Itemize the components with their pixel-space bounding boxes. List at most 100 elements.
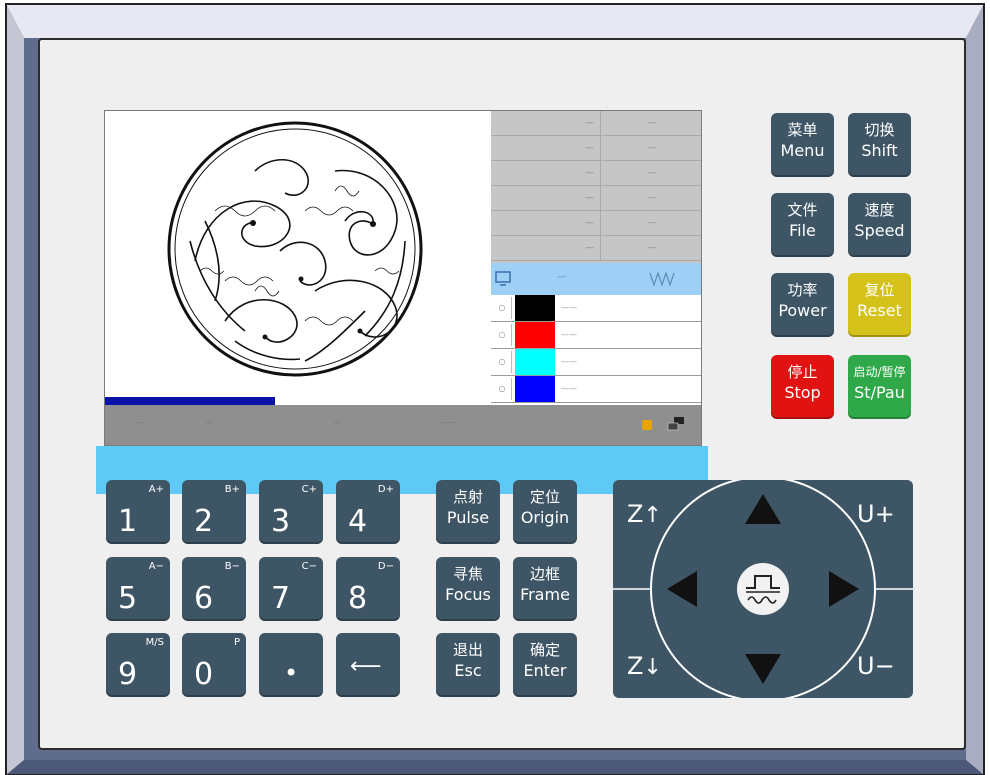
esc-label-en: Esc (454, 661, 482, 680)
layer-row[interactable]: ○ —— (491, 376, 701, 403)
origin-label-en: Origin (520, 508, 570, 527)
focus-label-cn: 寻焦 (452, 565, 483, 583)
file-button[interactable]: 文件 File (771, 193, 834, 257)
layer-row[interactable]: ○ —— (491, 349, 701, 376)
focus-button[interactable]: 寻焦 Focus (436, 557, 500, 621)
frame-button[interactable]: 边框 Frame (513, 557, 577, 621)
key-5[interactable]: 5 A− (106, 557, 170, 621)
start-pause-button[interactable]: 启动/暂停 St/Pau (848, 355, 911, 419)
key-9[interactable]: 9 M/S (106, 633, 170, 697)
origin-button[interactable]: 定位 Origin (513, 480, 577, 544)
key-main: 8 (348, 581, 368, 616)
param-value: — (647, 193, 657, 203)
param-key: — (497, 136, 601, 160)
power-label-cn: 功率 (787, 281, 818, 299)
arrow-up-icon[interactable] (743, 492, 783, 526)
param-key: — (497, 236, 601, 260)
key-backspace[interactable]: ⟵ (336, 633, 400, 697)
origin-label-cn: 定位 (529, 488, 560, 506)
key-4[interactable]: 4 D+ (336, 480, 400, 544)
esc-button[interactable]: 退出 Esc (436, 633, 500, 697)
arrow-down-small-icon: ↓ (643, 655, 662, 680)
dragon-phoenix-artwork (167, 121, 423, 377)
speed-button[interactable]: 速度 Speed (848, 193, 911, 257)
layer-label: —— (561, 330, 577, 339)
start-pause-label-en: St/Pau (854, 383, 905, 402)
key-main: 6 (194, 581, 214, 616)
menu-button[interactable]: 菜单 Menu (771, 113, 834, 177)
layer-checkbox[interactable]: ○ (493, 351, 512, 373)
key-3[interactable]: 3 C+ (259, 480, 323, 544)
key-7[interactable]: 7 C− (259, 557, 323, 621)
lcd-screen: — — — — — — — — — — — — — ○ —— ○ —— ○ —— ○ —— — — … (104, 110, 702, 446)
status-field: —— (441, 418, 457, 427)
key-6[interactable]: 6 B− (182, 557, 246, 621)
key-2[interactable]: 2 B+ (182, 480, 246, 544)
key-8[interactable]: 8 D− (336, 557, 400, 621)
key-sup: A+ (148, 484, 164, 495)
key-0[interactable]: 0P (182, 633, 246, 697)
layer-color-swatch (515, 376, 555, 402)
progress-fill (105, 397, 275, 405)
key-sup: C+ (301, 484, 317, 495)
layer-checkbox[interactable]: ○ (493, 297, 512, 319)
pulse-button[interactable]: 点射 Pulse (436, 480, 500, 544)
status-field: — (205, 418, 213, 427)
wave-icon (649, 271, 675, 287)
key-main: 9 (118, 657, 138, 692)
enter-label-en: Enter (523, 661, 567, 680)
param-key: — (497, 211, 601, 235)
layer-checkbox[interactable]: ○ (493, 378, 512, 400)
key-sup: D+ (377, 484, 394, 495)
key-sup: A− (148, 561, 164, 572)
layer-checkbox[interactable]: ○ (493, 324, 512, 346)
file-label-cn: 文件 (787, 201, 818, 219)
layer-row[interactable]: ○ —— (491, 322, 701, 349)
param-row: — — (491, 236, 701, 261)
menu-label-en: Menu (780, 141, 825, 160)
frame-label-cn: 边框 (529, 565, 560, 583)
param-value: — (647, 118, 657, 128)
layer-label: —— (561, 357, 577, 366)
arrow-right-icon[interactable] (827, 569, 861, 609)
power-button[interactable]: 功率 Power (771, 273, 834, 337)
enter-label-cn: 确定 (529, 641, 560, 659)
arrow-down-icon[interactable] (743, 652, 783, 686)
param-key: — (497, 161, 601, 185)
shift-button[interactable]: 切换 Shift (848, 113, 911, 177)
key-main: 5 (118, 581, 138, 616)
reset-button[interactable]: 复位 Reset (848, 273, 911, 337)
parameter-table: — — — — — — — — — — — — (491, 111, 701, 263)
status-bar: — — — —— (105, 405, 701, 445)
reset-label-cn: 复位 (864, 281, 895, 299)
layer-row[interactable]: ○ —— (491, 295, 701, 322)
laser-pulse-icon[interactable] (736, 562, 790, 616)
network-icon (667, 417, 684, 431)
speed-label-en: Speed (854, 221, 905, 240)
focus-label-en: Focus (445, 585, 491, 604)
lock-icon (642, 420, 652, 430)
arrow-left-icon: ⟵ (350, 654, 382, 679)
key-sup: B+ (224, 484, 240, 495)
start-pause-label-cn: 启动/暂停 (853, 365, 906, 379)
menu-label-cn: 菜单 (787, 121, 818, 139)
z-down-button[interactable]: Z↓ (627, 652, 662, 680)
key-dot[interactable]: • (259, 633, 323, 697)
u-plus-button[interactable]: U+ (857, 500, 895, 528)
key-sup: B− (224, 561, 240, 572)
file-label-en: File (789, 221, 816, 240)
reset-label-en: Reset (857, 301, 902, 320)
layer-label: —— (561, 303, 577, 312)
u-minus-button[interactable]: U− (857, 652, 895, 680)
key-sup: C− (301, 561, 317, 572)
direction-pad: Z↑ U+ Z↓ U− (613, 480, 913, 698)
param-value: — (647, 143, 657, 153)
arrow-left-icon[interactable] (665, 569, 699, 609)
power-label-en: Power (778, 301, 827, 320)
key-1[interactable]: 1 A+ (106, 480, 170, 544)
enter-button[interactable]: 确定 Enter (513, 633, 577, 697)
key-main: 7 (271, 581, 291, 616)
stop-button[interactable]: 停止 Stop (771, 355, 834, 419)
z-up-button[interactable]: Z↑ (627, 500, 662, 528)
param-row: — — (491, 211, 701, 236)
